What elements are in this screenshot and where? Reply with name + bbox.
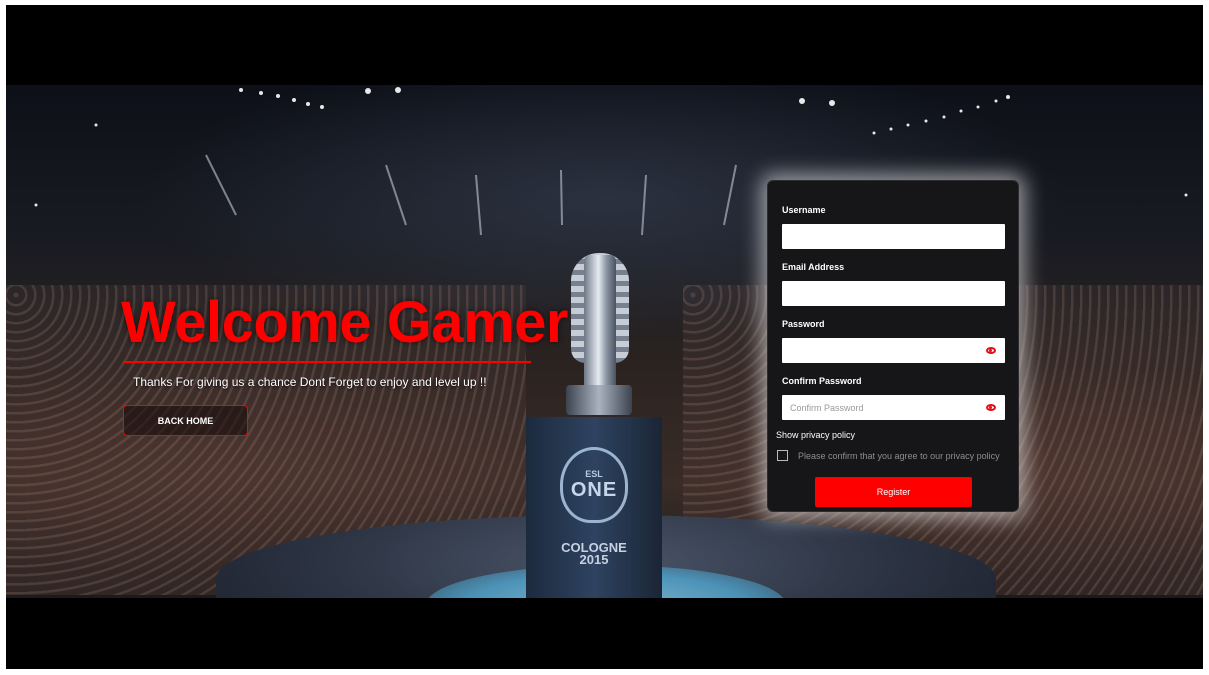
password-label: Password	[782, 319, 825, 329]
trophy-stem	[584, 255, 616, 395]
confirm-password-label: Confirm Password	[782, 376, 862, 386]
event-year: 2015	[579, 552, 609, 567]
eye-icon[interactable]	[986, 347, 996, 354]
register-form: Username Email Address Password Confirm …	[767, 180, 1019, 512]
trophy-base	[566, 385, 632, 415]
hero-underline	[123, 361, 531, 363]
password-input[interactable]	[782, 338, 1005, 363]
username-input[interactable]	[782, 224, 1005, 249]
privacy-confirm-label: Please confirm that you agree to our pri…	[798, 451, 1000, 461]
hero-title: Welcome Gamer	[121, 290, 568, 355]
eye-icon[interactable]	[986, 404, 996, 411]
email-input[interactable]	[782, 281, 1005, 306]
register-button[interactable]: Register	[815, 477, 972, 507]
trophy-pedestal: ESL ONE COLOGNE 2015	[526, 417, 662, 598]
back-home-button[interactable]: BACK HOME	[123, 405, 248, 436]
esl-logo: ESL ONE	[560, 447, 628, 523]
page-frame: ESL ONE COLOGNE 2015 Welcome Gamer Thank…	[6, 5, 1203, 669]
username-label: Username	[782, 205, 826, 215]
show-privacy-policy-link[interactable]: Show privacy policy	[776, 430, 855, 440]
confirm-password-input[interactable]	[782, 395, 1005, 420]
privacy-checkbox[interactable]	[777, 450, 788, 461]
hero-subtitle: Thanks For giving us a chance Dont Forge…	[133, 375, 487, 389]
esl-logo-big: ONE	[570, 478, 618, 501]
esl-logo-small: ESL	[585, 468, 603, 479]
email-label: Email Address	[782, 262, 845, 272]
